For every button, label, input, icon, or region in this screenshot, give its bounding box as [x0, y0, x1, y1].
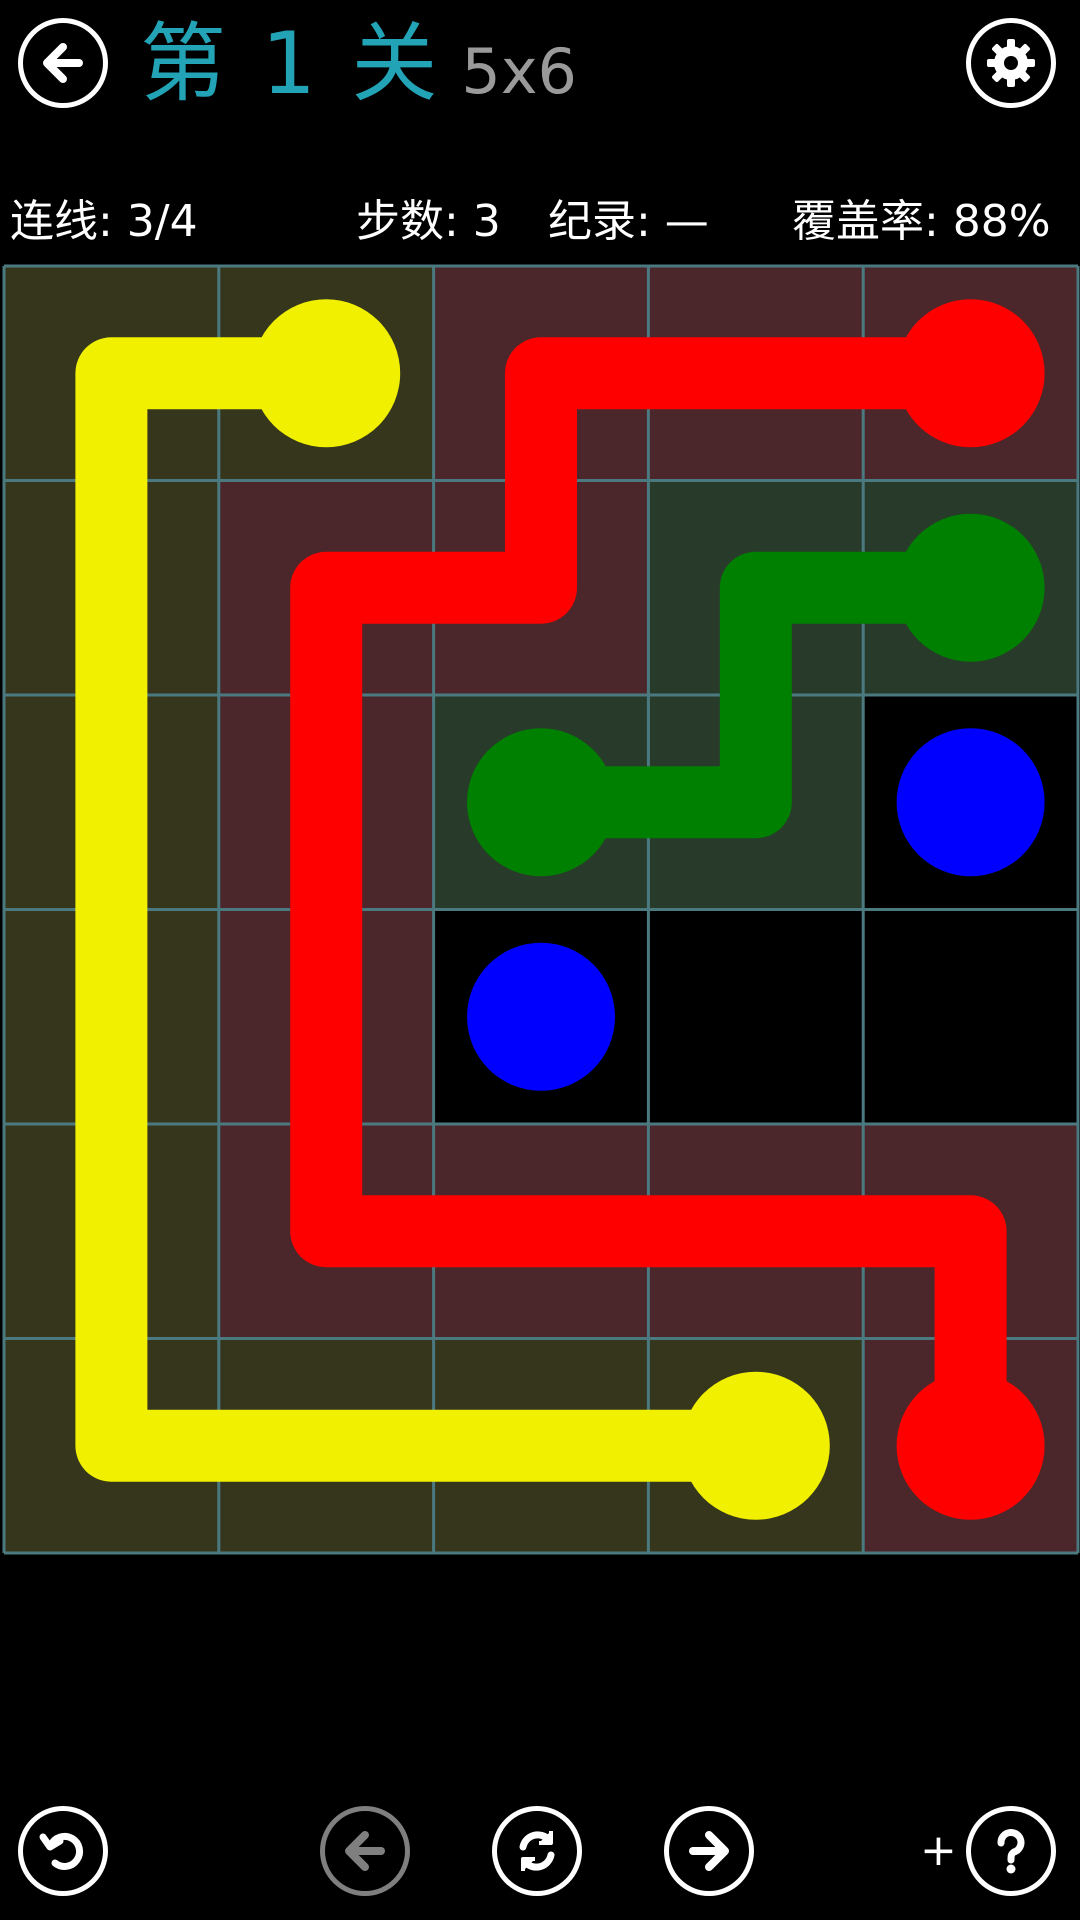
red-endpoint-dot	[896, 1371, 1045, 1520]
yellow-endpoint-dot	[252, 299, 401, 448]
arrow-left-icon	[345, 1831, 385, 1871]
green-endpoint-dot	[467, 728, 615, 877]
restart-button[interactable]	[492, 1806, 582, 1896]
board-cell	[648, 909, 864, 1124]
green-endpoint-dot	[896, 513, 1045, 662]
hint-plus-label: +	[920, 1825, 957, 1876]
board-cell	[863, 909, 1078, 1124]
game-board[interactable]	[0, 0, 1080, 1920]
red-endpoint-dot	[896, 299, 1045, 448]
previous-level-button[interactable]	[320, 1806, 410, 1896]
refresh-icon	[519, 1831, 555, 1871]
arrow-right-icon	[689, 1831, 729, 1871]
yellow-endpoint-dot	[681, 1371, 830, 1520]
undo-icon	[39, 1833, 84, 1870]
blue-endpoint-dot	[896, 728, 1045, 877]
undo-button[interactable]	[18, 1806, 108, 1896]
question-icon	[997, 1828, 1025, 1874]
hint-button[interactable]	[966, 1806, 1056, 1896]
next-level-button[interactable]	[664, 1806, 754, 1896]
blue-endpoint-dot	[467, 942, 615, 1091]
game-screen: 第 1 关 5x6 连线: 3/4 步数: 3 纪录: — 覆盖率: 88% +	[0, 0, 1080, 1920]
